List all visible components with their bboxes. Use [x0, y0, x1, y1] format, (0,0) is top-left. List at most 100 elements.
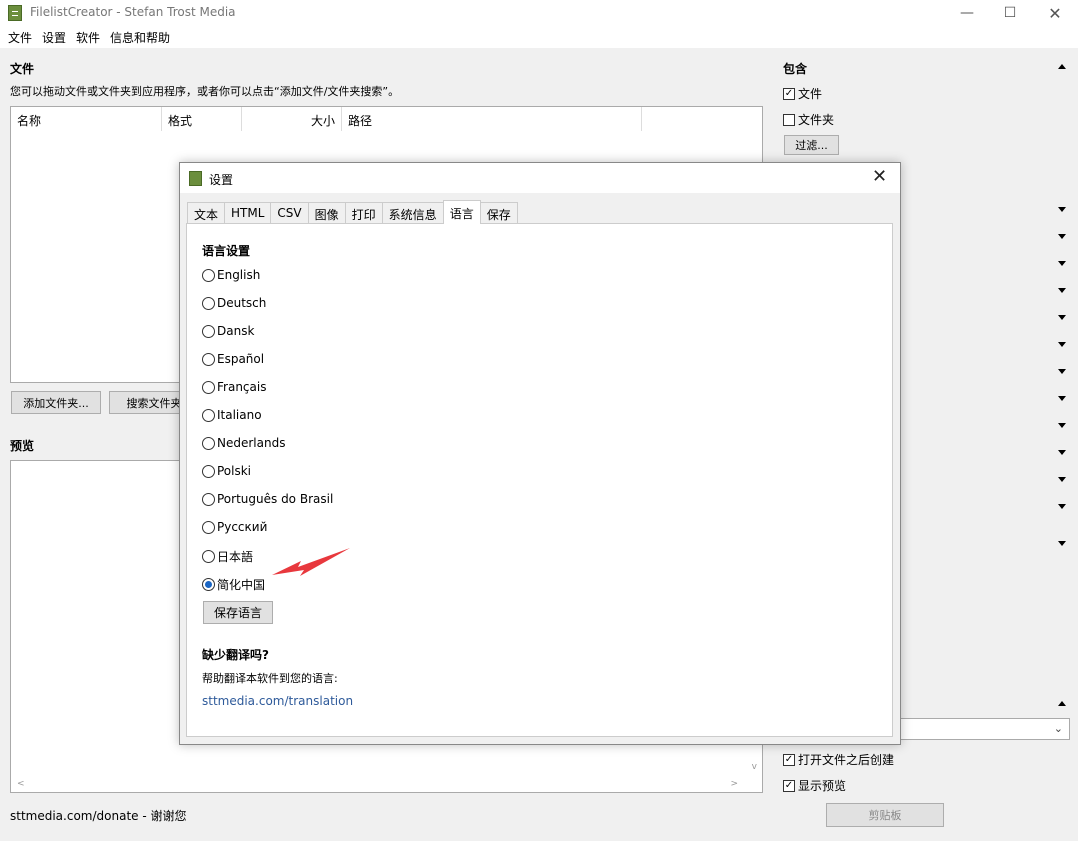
expand-icon[interactable] [1058, 504, 1066, 509]
include-files-checkbox[interactable]: ✓ 文件 [783, 85, 822, 102]
radio-russian[interactable]: Русский [202, 520, 267, 534]
checkbox-checked-icon: ✓ [783, 753, 795, 766]
menu-software[interactable]: 软件 [71, 29, 105, 46]
radio-icon [202, 268, 215, 282]
language-tab-panel: 语言设置 English Deutsch Dansk Español Franç… [186, 223, 893, 737]
radio-label: Français [217, 380, 267, 394]
save-language-button[interactable]: 保存语言 [203, 601, 273, 624]
format-dropdown[interactable]: ⌄ [898, 718, 1070, 740]
expand-icon[interactable] [1058, 450, 1066, 455]
radio-label: Deutsch [217, 296, 267, 310]
radio-dansk[interactable]: Dansk [202, 324, 254, 338]
menu-info-help[interactable]: 信息和帮助 [105, 29, 175, 46]
expand-icon[interactable] [1058, 396, 1066, 401]
app-icon [189, 171, 202, 186]
include-folders-checkbox[interactable]: 文件夹 [783, 111, 834, 128]
include-folders-label: 文件夹 [798, 113, 835, 127]
expand-icon[interactable] [1058, 477, 1066, 482]
filter-button[interactable]: 过滤... [784, 135, 839, 155]
radio-francais[interactable]: Français [202, 380, 266, 394]
expand-icon[interactable] [1058, 342, 1066, 347]
radio-icon [202, 464, 215, 478]
expand-icon[interactable] [1058, 423, 1066, 428]
checkbox-checked-icon: ✓ [783, 779, 795, 792]
preview-label: 预览 [10, 439, 35, 453]
clipboard-button[interactable]: 剪贴板 [826, 803, 944, 827]
radio-icon [202, 436, 215, 450]
expand-icon[interactable] [1058, 207, 1066, 212]
checkbox-unchecked-icon [783, 113, 795, 126]
radio-japanese[interactable]: 日本語 [202, 548, 253, 565]
column-format[interactable]: 格式 [162, 107, 242, 131]
donate-footer[interactable]: sttmedia.com/donate - 谢谢您 [10, 807, 187, 824]
radio-deutsch[interactable]: Deutsch [202, 296, 266, 310]
radio-label: Español [217, 352, 265, 366]
expand-icon[interactable] [1058, 234, 1066, 239]
radio-icon [202, 408, 215, 422]
dialog-title: 设置 [209, 173, 234, 187]
radio-english[interactable]: English [202, 268, 260, 282]
translation-link[interactable]: sttmedia.com/translation [202, 694, 353, 708]
chevron-down-icon: ⌄ [1053, 722, 1063, 735]
tab-image[interactable]: 图像 [307, 202, 346, 224]
column-path[interactable]: 路径 [342, 107, 642, 131]
radio-icon [202, 550, 215, 563]
collapse-up-icon[interactable] [1058, 64, 1066, 69]
radio-label: Português do Brasil [217, 492, 334, 506]
tab-system-info[interactable]: 系统信息 [381, 202, 444, 224]
add-folder-button[interactable]: 添加文件夹... [11, 391, 101, 414]
radio-label: Italiano [217, 408, 262, 422]
show-preview-checkbox[interactable]: ✓ 显示预览 [783, 777, 846, 794]
radio-label: Polski [217, 464, 252, 478]
radio-portugues[interactable]: Português do Brasil [202, 492, 333, 506]
tab-csv[interactable]: CSV [270, 202, 309, 224]
missing-translation-heading: 缺少翻译吗? [202, 648, 269, 662]
collapse-up-icon[interactable] [1058, 701, 1066, 706]
radio-icon [202, 380, 215, 394]
expand-icon[interactable] [1058, 315, 1066, 320]
menu-bar: 文件 设置 软件 信息和帮助 [0, 26, 1078, 48]
create-after-open-checkbox[interactable]: ✓ 打开文件之后创建 [783, 751, 894, 768]
language-settings-heading: 语言设置 [202, 244, 251, 258]
maximize-button[interactable]: ☐ [987, 0, 1033, 26]
tab-language[interactable]: 语言 [442, 200, 481, 224]
include-label: 包含 [783, 62, 808, 76]
radio-icon [202, 296, 215, 310]
radio-italiano[interactable]: Italiano [202, 408, 262, 422]
include-files-label: 文件 [798, 87, 823, 101]
menu-settings[interactable]: 设置 [37, 29, 71, 46]
scroll-left-icon[interactable]: < [17, 779, 25, 789]
tab-save[interactable]: 保存 [479, 202, 518, 224]
radio-chinese[interactable]: 简化中国 [202, 576, 265, 593]
radio-espanol[interactable]: Español [202, 352, 264, 366]
checkbox-checked-icon: ✓ [783, 87, 795, 100]
radio-selected-icon [202, 578, 215, 591]
radio-label: Nederlands [217, 436, 286, 450]
radio-icon [202, 520, 215, 534]
menu-file[interactable]: 文件 [3, 29, 37, 46]
settings-dialog: 设置 ✕ 文本 HTML CSV 图像 打印 系统信息 语言 保存 语言设置 E… [179, 162, 901, 745]
column-name[interactable]: 名称 [11, 107, 162, 131]
column-size[interactable]: 大小 [242, 107, 342, 131]
show-preview-label: 显示预览 [798, 779, 847, 793]
scroll-down-icon[interactable]: v [752, 762, 757, 772]
tab-html[interactable]: HTML [224, 202, 272, 224]
files-hint: 您可以拖动文件或文件夹到应用程序，或者你可以点击“添加文件/文件夹搜索”。 [10, 85, 400, 98]
create-after-open-label: 打开文件之后创建 [798, 753, 895, 767]
expand-icon[interactable] [1058, 369, 1066, 374]
radio-nederlands[interactable]: Nederlands [202, 436, 285, 450]
radio-polski[interactable]: Polski [202, 464, 251, 478]
radio-label: English [217, 268, 261, 282]
dialog-title-bar: 设置 ✕ [180, 163, 900, 193]
expand-icon[interactable] [1058, 541, 1066, 546]
minimize-button[interactable]: — [944, 0, 990, 26]
window-title: FilelistCreator - Stefan Trost Media [30, 5, 236, 19]
close-button[interactable]: ✕ [1032, 0, 1078, 26]
tab-text[interactable]: 文本 [187, 202, 226, 224]
expand-icon[interactable] [1058, 261, 1066, 266]
tab-print[interactable]: 打印 [344, 202, 383, 224]
scroll-right-icon[interactable]: > [730, 779, 738, 789]
title-bar: FilelistCreator - Stefan Trost Media — ☐… [0, 0, 1078, 26]
close-icon[interactable]: ✕ [872, 166, 887, 187]
expand-icon[interactable] [1058, 288, 1066, 293]
